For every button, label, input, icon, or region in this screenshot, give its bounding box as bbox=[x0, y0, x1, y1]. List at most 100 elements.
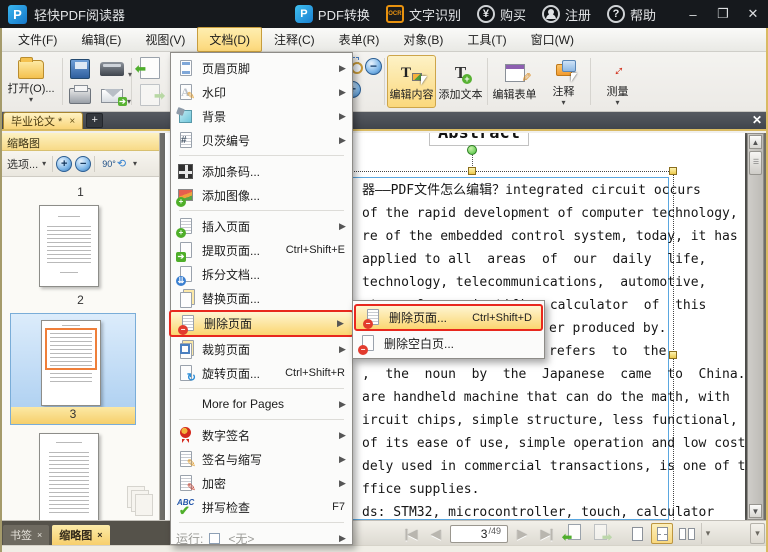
selection-handle-top-right[interactable] bbox=[669, 167, 677, 175]
scroll-down-icon[interactable]: ▼ bbox=[749, 504, 762, 518]
help-button[interactable]: ? 帮助 bbox=[606, 5, 656, 24]
thumbnail-zoom-in-button[interactable]: + bbox=[56, 155, 73, 172]
layout-options-caret-icon[interactable]: ▾ bbox=[701, 523, 714, 544]
save-button[interactable] bbox=[70, 58, 90, 79]
menu-item-watermark[interactable]: A ✎ 水印 ▶ bbox=[173, 80, 350, 104]
menu-item-add-barcode[interactable]: 添加条码... bbox=[173, 159, 350, 183]
app-title: 轻快PDF阅读器 bbox=[34, 7, 126, 23]
menu-item-extract-pages[interactable]: ➔ 提取页面... Ctrl+Shift+E bbox=[173, 238, 350, 262]
print-button[interactable] bbox=[69, 84, 91, 104]
menu-tools[interactable]: 工具(T) bbox=[455, 27, 518, 52]
thumbnail-options-button[interactable]: 选项... ▾ bbox=[4, 154, 49, 174]
vertical-scrollbar[interactable]: ▲ ☰ ▼ bbox=[747, 133, 764, 520]
menu-item-encrypt[interactable]: ✎ 加密 ▶ bbox=[173, 471, 350, 495]
minimize-button[interactable]: – bbox=[678, 0, 708, 28]
close-button[interactable]: ✕ bbox=[738, 0, 768, 28]
menu-item-crop-pages[interactable]: 裁剪页面 ▶ bbox=[173, 337, 350, 361]
email-button[interactable]: ➔ ▾ bbox=[101, 88, 131, 106]
next-page-button[interactable]: ▶ bbox=[511, 524, 533, 544]
submenu-item-delete-pages[interactable]: − 删除页面... Ctrl+Shift+D bbox=[354, 304, 543, 331]
menu-item-bates-numbering[interactable]: # 贝茨编号 ▶ bbox=[173, 128, 350, 152]
thumbnails-tab-close-icon[interactable]: × bbox=[97, 530, 102, 540]
menu-item-spell-check[interactable]: ABC ✔ 拼写检查 F7 bbox=[173, 495, 350, 519]
menu-form[interactable]: 表单(R) bbox=[327, 27, 392, 52]
menu-item-digital-signature[interactable]: 数字签名 ▶ bbox=[173, 423, 350, 447]
pdf-line: ds: STM32, microcontroller, touch, calcu… bbox=[362, 505, 715, 520]
open-label: 打开(O)... bbox=[7, 83, 55, 95]
add-text-button[interactable]: T + 添加文本 bbox=[436, 55, 485, 108]
measure-button[interactable]: ↔ 测量 ▾ bbox=[593, 55, 642, 108]
next-view-button[interactable] bbox=[140, 84, 165, 106]
submenu-item-delete-blank-pages[interactable]: − 删除空白页... bbox=[355, 331, 542, 355]
menu-item-more-for-pages[interactable]: More for Pages ▶ bbox=[173, 392, 350, 416]
menu-item-sign-initials[interactable]: ✎ 签名与缩写 ▶ bbox=[173, 447, 350, 471]
previous-page-button[interactable]: ◀ bbox=[425, 524, 447, 544]
close-document-button[interactable]: ✕ bbox=[752, 113, 762, 127]
statusbar-caret-icon[interactable]: ▾ bbox=[750, 523, 765, 544]
menu-item-add-image[interactable]: + 添加图像... bbox=[173, 183, 350, 207]
pdf-line: technology, telecommunications, automoti… bbox=[362, 275, 707, 290]
menu-view[interactable]: 视图(V) bbox=[133, 27, 197, 52]
menu-document[interactable]: 文档(D) bbox=[197, 27, 262, 52]
rotate-thumbnail-button[interactable]: 90° ⟲ bbox=[98, 155, 130, 172]
thumbnail-page-3-selected[interactable]: 3 bbox=[10, 313, 136, 425]
menu-item-insert-pages[interactable]: + 插入页面 ▶ bbox=[173, 214, 350, 238]
previous-view-page-button[interactable] bbox=[562, 523, 584, 544]
scroll-up-icon[interactable]: ▲ bbox=[749, 135, 762, 149]
maximize-button[interactable]: ❐ bbox=[708, 0, 738, 28]
first-page-button[interactable]: |◀ bbox=[400, 524, 422, 544]
menu-comment[interactable]: 注释(C) bbox=[262, 27, 327, 52]
menu-item-background[interactable]: 背景 ▶ bbox=[173, 104, 350, 128]
bookmarks-tab[interactable]: 书签 × bbox=[3, 525, 50, 545]
register-button[interactable]: 注册 bbox=[541, 5, 591, 24]
menu-item-run[interactable]: 运行: <无> ▶ bbox=[173, 526, 350, 550]
document-tab-close-icon[interactable]: × bbox=[69, 116, 75, 127]
bookmarks-tab-close-icon[interactable]: × bbox=[37, 530, 42, 540]
new-tab-button[interactable]: + bbox=[86, 113, 104, 128]
continuous-layout-button[interactable] bbox=[651, 523, 673, 544]
last-page-button[interactable]: ▶| bbox=[536, 524, 558, 544]
menu-item-replace-pages[interactable]: 替换页面... bbox=[173, 286, 350, 310]
zoom-out-button[interactable]: − bbox=[365, 58, 382, 75]
buy-button[interactable]: ¥ 购买 bbox=[476, 5, 526, 24]
menu-file[interactable]: 文件(F) bbox=[6, 27, 69, 52]
rotate-selection-handle[interactable] bbox=[467, 145, 477, 155]
open-button[interactable]: 打开(O)... ▾ bbox=[2, 55, 60, 108]
thumbnail-zoom-out-button[interactable]: − bbox=[75, 155, 92, 172]
window-edge-left bbox=[0, 28, 2, 552]
menu-item-split-document[interactable]: ⇊ 拆分文档... bbox=[173, 262, 350, 286]
menu-item-delete-pages[interactable]: − 删除页面 ▶ bbox=[169, 310, 354, 337]
scan-button[interactable]: ▾ bbox=[100, 61, 132, 79]
ocr-button[interactable]: OCR 文字识别 bbox=[385, 5, 461, 24]
facing-pages-layout-button[interactable] bbox=[676, 523, 698, 544]
edit-form-button[interactable]: ✎ 编辑表单 bbox=[490, 55, 539, 108]
thumbnail-page-2[interactable] bbox=[39, 205, 99, 287]
toolbar: 打开(O)... ▾ ▾ ➔▾ − + T 编辑内容 T+ 添加文本 bbox=[0, 52, 768, 112]
crop-pages-icon bbox=[176, 339, 196, 359]
menu-item-header-footer[interactable]: 页眉页脚 ▶ bbox=[173, 56, 350, 80]
pdf-convert-button[interactable]: P PDF转换 bbox=[294, 5, 370, 24]
register-icon bbox=[541, 5, 560, 23]
edit-content-button[interactable]: T 编辑内容 bbox=[387, 55, 436, 108]
page-heading[interactable]: Abstract bbox=[429, 133, 529, 146]
previous-view-button[interactable] bbox=[135, 57, 160, 79]
menu-edit[interactable]: 编辑(E) bbox=[69, 27, 133, 52]
thumbnail-toolbar-caret-icon[interactable]: ▾ bbox=[133, 159, 137, 167]
add-text-icon: T + bbox=[437, 61, 484, 85]
menu-window[interactable]: 窗口(W) bbox=[519, 27, 586, 52]
annotate-button[interactable]: 注释 ▾ bbox=[539, 55, 588, 108]
page-number-input[interactable]: 3 /49 bbox=[450, 524, 508, 543]
menu-item-rotate-pages[interactable]: ↻ 旋转页面... Ctrl+Shift+R bbox=[173, 361, 350, 385]
thumbnail-page-4[interactable] bbox=[39, 433, 99, 520]
scrollbar-thumb[interactable]: ☰ bbox=[749, 151, 762, 175]
next-view-page-button[interactable] bbox=[590, 523, 612, 544]
selection-handle-top-center[interactable] bbox=[468, 167, 476, 175]
edit-content-label: 编辑内容 bbox=[389, 89, 434, 101]
menu-object[interactable]: 对象(B) bbox=[391, 27, 455, 52]
app-logo-icon: P bbox=[8, 4, 27, 24]
document-tab[interactable]: 毕业论文 * × bbox=[3, 112, 84, 129]
single-page-layout-button[interactable] bbox=[626, 523, 648, 544]
thumbnail-page-3[interactable] bbox=[41, 320, 101, 406]
thumbnails-tab[interactable]: 缩略图 × bbox=[52, 525, 110, 545]
bottombar: 书签 × 缩略图 × |◀ ◀ 3 /49 ▶ ▶| ▾ ▾ bbox=[0, 520, 768, 546]
